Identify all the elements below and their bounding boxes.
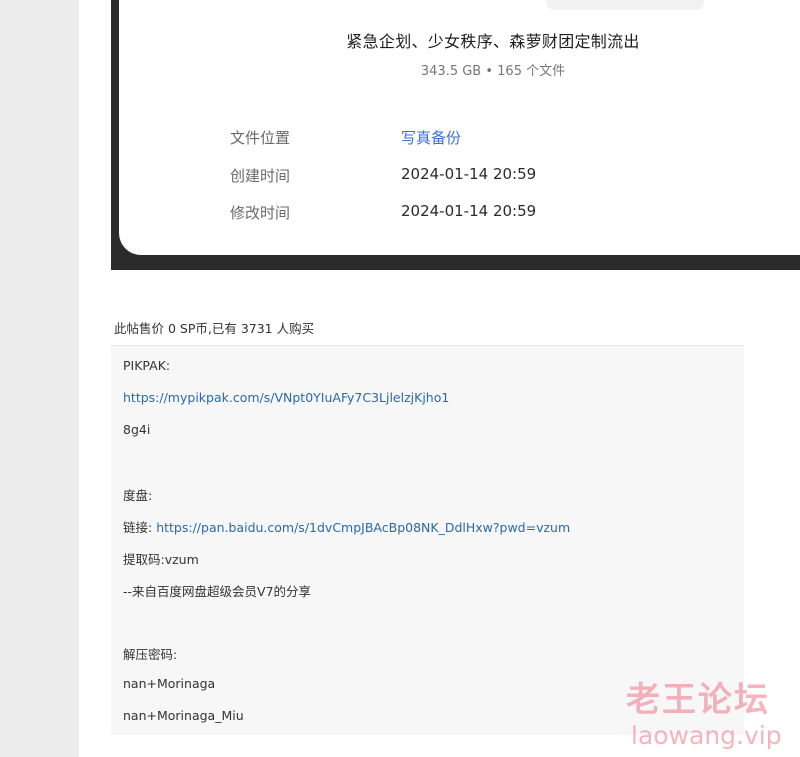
left-gutter	[0, 0, 79, 757]
baidu-link[interactable]: https://pan.baidu.com/s/1dvCmpJBAcBp08NK…	[156, 520, 570, 535]
modified-time-label: 修改时间	[230, 204, 291, 222]
baidu-share-note: --来自百度网盘超级会员V7的分享	[123, 584, 312, 599]
file-location-label: 文件位置	[230, 129, 291, 147]
file-location-link[interactable]: 写真备份	[401, 127, 461, 148]
baidu-link-prefix: 链接:	[123, 520, 153, 535]
unzip-password-1: nan+Morinaga	[123, 676, 216, 691]
pikpak-label: PIKPAK:	[123, 358, 171, 373]
baidu-code: 提取码:vzum	[123, 552, 199, 567]
folder-icon-fragment	[546, 0, 704, 10]
created-time-label: 创建时间	[230, 167, 291, 185]
folder-name: 紧急企划、少女秩序、森萝财团定制流出	[346, 32, 640, 51]
folder-meta: 343.5 GB • 165 个文件	[420, 64, 566, 79]
unzip-password-2: nan+Morinaga_Miu	[123, 708, 244, 723]
created-time-value: 2024-01-14 20:59	[401, 165, 537, 183]
pikpak-code: 8g4i	[123, 422, 151, 437]
modified-time-value: 2024-01-14 20:59	[401, 202, 537, 220]
baidu-label: 度盘:	[123, 488, 153, 503]
watermark-cn: 老王论坛	[626, 680, 770, 720]
unzip-label: 解压密码:	[123, 647, 178, 662]
sale-info: 此帖售价 0 SP币,已有 3731 人购买	[114, 321, 315, 336]
watermark-en: laowang.vip	[631, 721, 782, 750]
baidu-link-line: 链接: https://pan.baidu.com/s/1dvCmpJBAcBp…	[123, 517, 570, 536]
pikpak-link-line: https://mypikpak.com/s/VNpt0YIuAFy7C3Ljl…	[123, 390, 449, 405]
pikpak-link[interactable]: https://mypikpak.com/s/VNpt0YIuAFy7C3Ljl…	[123, 390, 449, 405]
